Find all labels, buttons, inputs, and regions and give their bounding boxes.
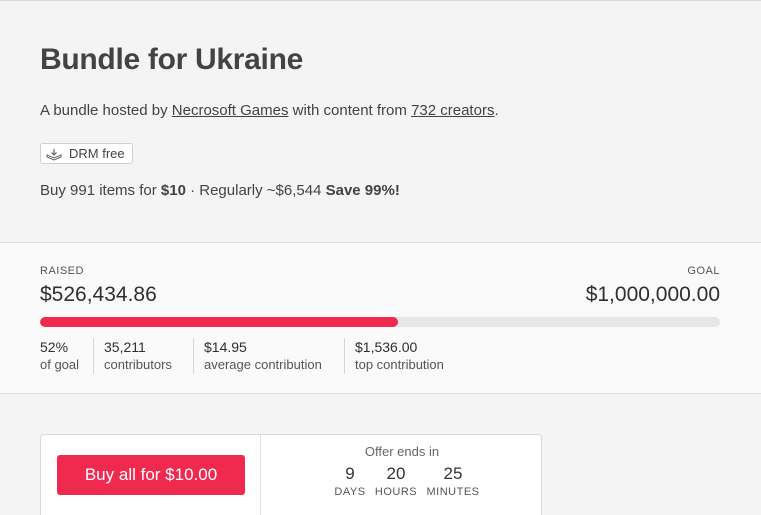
offer-ends-label: Offer ends in	[364, 444, 440, 459]
countdown-unit: DAYS	[334, 486, 366, 498]
price-amount: $10	[160, 182, 186, 199]
stat-top-contribution: $1,536.00 top contribution	[344, 338, 444, 374]
stat-value: $14.95	[204, 339, 247, 355]
goal-amount: $1,000,000.00	[585, 283, 720, 306]
stat-label: average contribution	[204, 357, 322, 372]
stat-value: 52%	[40, 339, 69, 355]
countdown-minutes: 25 MINUTES	[424, 464, 482, 500]
progress-bar	[40, 317, 720, 327]
drm-label: DRM free	[69, 146, 125, 161]
price-save: Save 99%!	[325, 182, 400, 199]
stat-label: contributors	[104, 357, 172, 372]
bundle-header: Bundle for Ukraine A bundle hosted by Ne…	[0, 0, 761, 243]
drm-box-icon	[45, 147, 63, 161]
fundraising-stats: RAISED $526,434.86 GOAL $1,000,000.00 52…	[0, 243, 761, 394]
countdown-days: 9 DAYS	[332, 464, 368, 500]
stat-label: top contribution	[355, 357, 444, 372]
price-regular: · Regularly ~$6,544	[185, 182, 326, 199]
goal-label: GOAL	[687, 265, 720, 277]
bundle-subtitle: A bundle hosted by Necrosoft Games with …	[40, 102, 499, 119]
subtitle-suffix: .	[494, 102, 499, 119]
buy-all-button[interactable]: Buy all for $10.00	[57, 455, 245, 495]
countdown-value: 20	[386, 464, 406, 483]
subtitle-middle: with content from	[288, 102, 412, 119]
purchase-action-area: Buy all for $10.00	[41, 435, 261, 515]
price-summary: Buy 991 items for $10 · Regularly ~$6,54…	[40, 182, 400, 199]
progress-bar-fill	[40, 317, 398, 327]
countdown-hours: 20 HOURS	[372, 464, 420, 500]
stat-percent-of-goal: 52% of goal	[40, 338, 79, 374]
stat-average-contribution: $14.95 average contribution	[193, 338, 322, 374]
stat-contributors: 35,211 contributors	[93, 338, 172, 374]
stat-label: of goal	[40, 357, 80, 372]
creators-link[interactable]: 732 creators	[411, 102, 494, 119]
countdown-value: 9	[345, 464, 355, 483]
page-title: Bundle for Ukraine	[40, 43, 303, 76]
stat-value: 35,211	[104, 339, 146, 355]
raised-label: RAISED	[40, 265, 84, 277]
drm-free-tag: DRM free	[40, 143, 133, 164]
countdown-unit: HOURS	[374, 486, 418, 498]
countdown-unit: MINUTES	[426, 486, 480, 498]
countdown-value: 25	[443, 464, 463, 483]
host-link[interactable]: Necrosoft Games	[172, 102, 289, 119]
raised-amount: $526,434.86	[40, 283, 157, 306]
stat-value: $1,536.00	[355, 339, 418, 355]
price-prefix: Buy 991 items for	[40, 182, 161, 199]
subtitle-prefix: A bundle hosted by	[40, 102, 172, 119]
purchase-box: Buy all for $10.00 Offer ends in 9 DAYS …	[40, 434, 542, 515]
